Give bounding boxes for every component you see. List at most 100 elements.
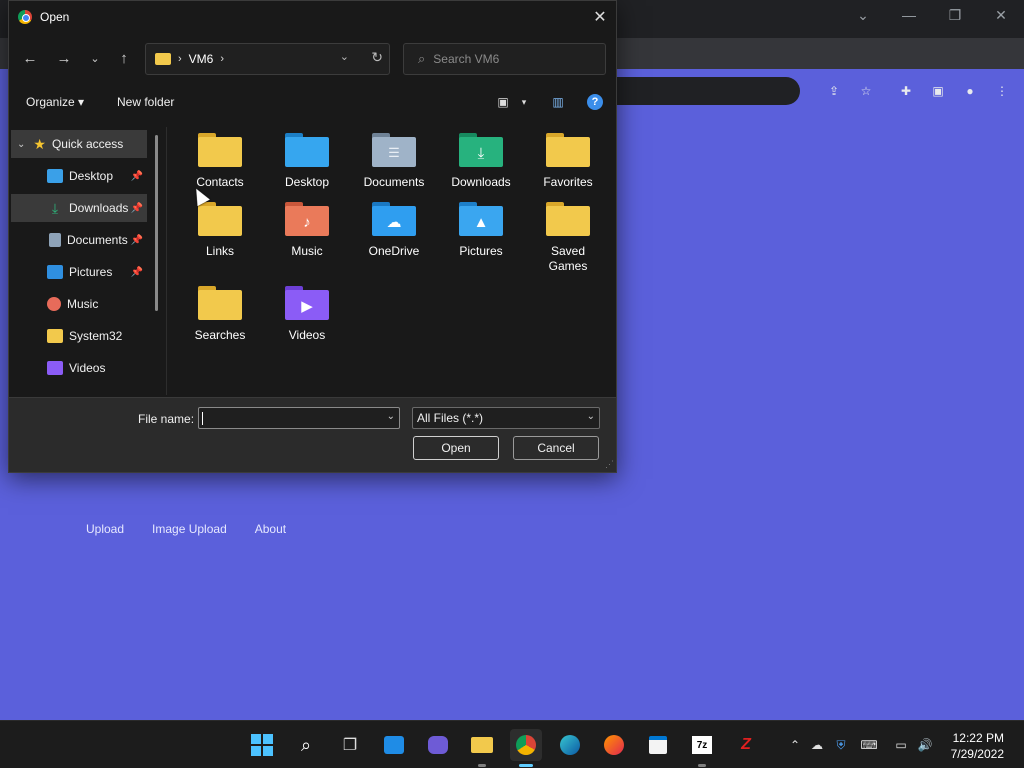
star-icon[interactable]: ☆ bbox=[854, 80, 878, 102]
videos-icon bbox=[47, 361, 63, 375]
chrome-taskbar-icon[interactable] bbox=[510, 729, 542, 767]
organize-button[interactable]: Organize ▾ bbox=[26, 95, 84, 109]
open-button[interactable]: Open bbox=[413, 436, 499, 460]
chevron-down-icon[interactable]: ⌄ bbox=[340, 50, 349, 63]
minimize-icon[interactable]: — bbox=[886, 4, 932, 26]
extensions-icon[interactable]: ✚ bbox=[894, 80, 918, 102]
firefox-icon[interactable] bbox=[598, 729, 630, 761]
help-button[interactable]: ? bbox=[586, 93, 604, 111]
start-button[interactable] bbox=[246, 729, 278, 761]
chevron-down-icon[interactable]: ⌄ bbox=[387, 411, 395, 422]
pictures-folder-icon: ▲ bbox=[459, 200, 503, 236]
file-item-desktop[interactable]: Desktop bbox=[267, 131, 347, 190]
address-bar[interactable] bbox=[600, 77, 800, 105]
search-icon[interactable]: ⌕ bbox=[290, 729, 322, 761]
restore-icon[interactable]: ❐ bbox=[932, 4, 978, 26]
resize-grip-icon[interactable]: ⋰ bbox=[605, 459, 614, 470]
7zip-icon[interactable]: 7z bbox=[686, 729, 718, 767]
chevron-right-icon[interactable]: › bbox=[220, 53, 224, 65]
clock[interactable]: 12:22 PM 7/29/2022 bbox=[951, 730, 1004, 762]
clock-time: 12:22 PM bbox=[952, 731, 1004, 745]
sidebar-item-downloads[interactable]: ⤓ Downloads 📌 bbox=[11, 194, 147, 222]
recent-locations-icon[interactable]: ⌄ bbox=[82, 45, 108, 71]
sidebar-item-label: Documents bbox=[67, 233, 128, 247]
pin-icon[interactable]: 📌 bbox=[131, 203, 143, 214]
chat-icon[interactable] bbox=[422, 729, 454, 761]
pin-icon[interactable]: 📌 bbox=[131, 267, 143, 278]
task-view-icon[interactable]: ❐ bbox=[334, 729, 366, 761]
chrome-icon bbox=[18, 10, 32, 24]
up-arrow-icon[interactable]: ↑ bbox=[111, 45, 137, 71]
chevron-right-icon[interactable]: › bbox=[178, 53, 182, 65]
sidebar-item-pictures[interactable]: Pictures 📌 bbox=[11, 258, 147, 286]
edge-icon[interactable] bbox=[554, 729, 586, 761]
chevron-down-icon[interactable]: ⌄ bbox=[840, 4, 886, 26]
file-name-input[interactable]: ⌄ bbox=[198, 407, 400, 429]
search-placeholder: Search VM6 bbox=[433, 52, 500, 66]
filezilla-icon[interactable]: Z bbox=[730, 729, 762, 761]
file-item-favorites[interactable]: Favorites bbox=[528, 131, 608, 190]
chevron-down-icon[interactable]: ⌄ bbox=[17, 139, 25, 150]
sidebar-item-documents[interactable]: Documents 📌 bbox=[11, 226, 147, 254]
side-panel-icon[interactable]: ▣ bbox=[926, 80, 950, 102]
pin-icon[interactable]: 📌 bbox=[131, 171, 143, 182]
file-type-select[interactable]: All Files (*.*) ⌄ bbox=[412, 407, 600, 429]
back-arrow-icon[interactable]: ← bbox=[17, 45, 43, 71]
sidebar-item-label: Desktop bbox=[69, 169, 114, 183]
keyboard-icon[interactable]: ⌨ bbox=[860, 737, 878, 753]
view-options-icon[interactable]: ▣ bbox=[494, 93, 512, 111]
file-item-contacts[interactable]: Contacts bbox=[180, 131, 260, 190]
sidebar-item-music[interactable]: Music bbox=[11, 290, 147, 318]
pin-icon[interactable]: 📌 bbox=[131, 235, 143, 246]
file-explorer-icon[interactable] bbox=[466, 729, 498, 767]
upload-link[interactable]: Upload bbox=[86, 522, 124, 536]
help-icon: ? bbox=[587, 94, 603, 110]
file-item-music[interactable]: ♪ Music bbox=[267, 200, 347, 259]
cloud-icon[interactable]: ☁ bbox=[808, 737, 826, 753]
address-field[interactable]: › VM6 › ⌄ ↻ bbox=[145, 43, 390, 75]
file-item-links[interactable]: Links bbox=[180, 200, 260, 259]
menu-icon[interactable]: ⋮ bbox=[990, 80, 1014, 102]
close-icon[interactable]: ✕ bbox=[978, 4, 1024, 26]
security-shield-icon[interactable]: ⛨ bbox=[832, 737, 850, 753]
file-item-videos[interactable]: ▶ Videos bbox=[267, 284, 347, 343]
file-item-pictures[interactable]: ▲ Pictures bbox=[441, 200, 521, 259]
profile-icon[interactable]: ● bbox=[958, 80, 982, 102]
image-upload-link[interactable]: Image Upload bbox=[152, 522, 227, 536]
sidebar-item-videos[interactable]: Videos bbox=[11, 354, 147, 382]
nav-quick-access[interactable]: ⌄ ★ Quick access bbox=[11, 130, 147, 158]
preview-pane-icon[interactable]: ▥ bbox=[549, 93, 567, 111]
file-item-label: Searches bbox=[194, 328, 246, 342]
file-item-documents[interactable]: ☰ Documents bbox=[354, 131, 434, 190]
close-icon[interactable]: ✕ bbox=[588, 5, 612, 29]
store-icon[interactable] bbox=[642, 729, 674, 761]
chevron-up-icon[interactable]: ⌃ bbox=[786, 737, 804, 753]
nav-pane-scrollbar[interactable] bbox=[155, 135, 158, 311]
dialog-footer: File name: ⌄ All Files (*.*) ⌄ Open Canc… bbox=[9, 397, 616, 472]
chevron-down-icon[interactable]: ▾ bbox=[515, 93, 533, 111]
chevron-down-icon[interactable]: ⌄ bbox=[587, 411, 595, 422]
cancel-button[interactable]: Cancel bbox=[513, 436, 599, 460]
saved-games-folder-icon bbox=[546, 200, 590, 236]
file-item-searches[interactable]: Searches bbox=[180, 284, 260, 343]
file-item-downloads[interactable]: ⤓ Downloads bbox=[441, 131, 521, 190]
forward-arrow-icon[interactable]: → bbox=[51, 45, 77, 71]
refresh-icon[interactable]: ↻ bbox=[371, 49, 383, 66]
network-icon[interactable]: ▭ bbox=[892, 737, 910, 753]
breadcrumb-vm6[interactable]: VM6 bbox=[189, 52, 214, 66]
volume-icon[interactable]: 🔊 bbox=[916, 737, 934, 753]
onedrive-folder-icon: ☁ bbox=[372, 200, 416, 236]
sidebar-item-system32[interactable]: System32 bbox=[11, 322, 147, 350]
sidebar-item-desktop[interactable]: Desktop 📌 bbox=[11, 162, 147, 190]
share-icon[interactable]: ⇪ bbox=[822, 80, 846, 102]
about-link[interactable]: About bbox=[255, 522, 286, 536]
file-item-label: Desktop bbox=[284, 175, 330, 189]
new-folder-button[interactable]: New folder bbox=[117, 95, 174, 109]
clock-date: 7/29/2022 bbox=[950, 747, 1004, 761]
file-item-saved-games[interactable]: Saved Games bbox=[528, 200, 608, 274]
star-icon: ★ bbox=[33, 135, 46, 152]
file-item-onedrive[interactable]: ☁ OneDrive bbox=[354, 200, 434, 259]
widgets-icon[interactable] bbox=[378, 729, 410, 761]
search-input[interactable]: ⌕ Search VM6 bbox=[403, 43, 606, 75]
sidebar-item-label: System32 bbox=[69, 329, 123, 343]
